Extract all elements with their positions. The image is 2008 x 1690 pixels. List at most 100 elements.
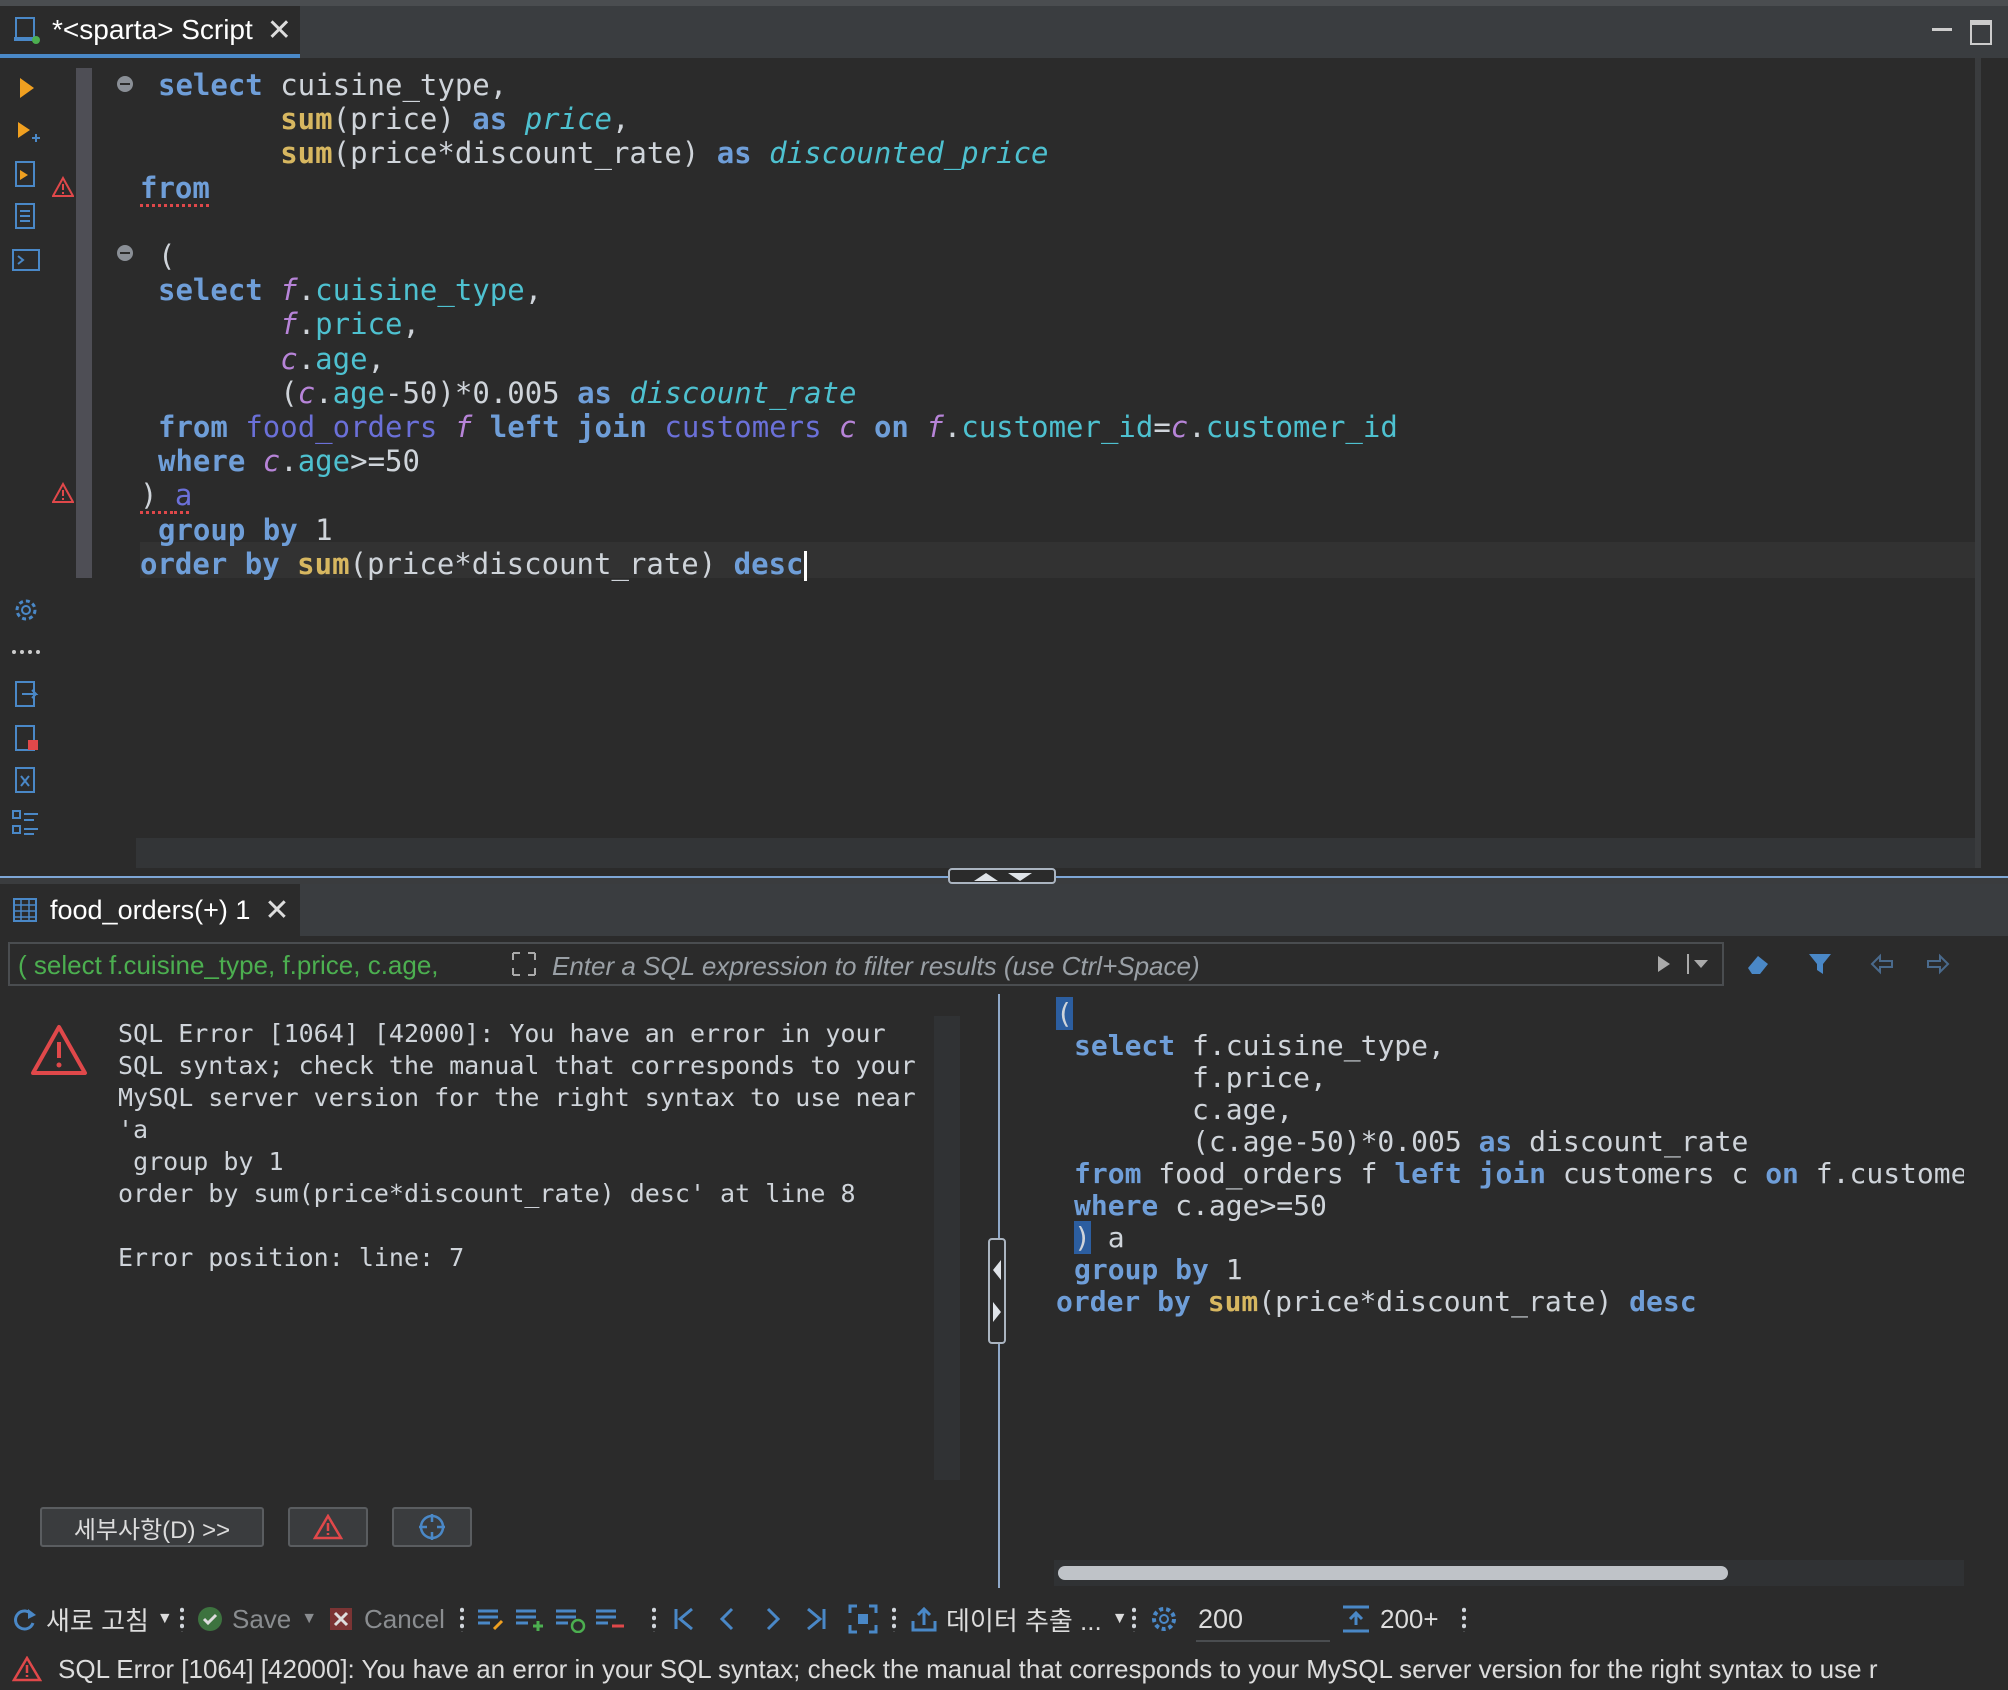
toolbar-separator (460, 1606, 464, 1632)
code-token: as (472, 102, 508, 137)
back-arrow-icon[interactable] (1868, 950, 1896, 978)
cancel-button[interactable]: Cancel (328, 1594, 445, 1644)
gear-icon[interactable] (1148, 1603, 1180, 1635)
query-line: c.age, (1074, 1094, 1293, 1126)
scrollbar-thumb[interactable] (1058, 1566, 1728, 1580)
collapse-expand-icon (993, 1260, 1001, 1322)
code-line: sum(price) as price, (158, 102, 629, 136)
results-tab[interactable]: food_orders(+) 1 ✕ (0, 884, 300, 936)
editor-tab-script[interactable]: *<sparta> Script ✕ (0, 6, 300, 58)
code-token: group by (158, 512, 298, 547)
export-data-button[interactable]: 데이터 추출 ... ▼ (910, 1594, 1128, 1644)
filter-query-text[interactable]: ( select f.cuisine_type, f.price, c.age, (18, 950, 518, 981)
last-page-icon[interactable] (802, 1605, 830, 1633)
code-token: select (158, 68, 263, 102)
export-file-icon[interactable] (10, 678, 42, 710)
query-token: select (1074, 1029, 1176, 1062)
fit-view-icon[interactable] (848, 1604, 878, 1634)
variables-icon[interactable] (10, 764, 42, 796)
chevron-down-icon[interactable]: ▼ (301, 1610, 317, 1628)
code-token: . (943, 410, 962, 444)
eraser-icon[interactable] (1744, 950, 1772, 978)
filter-history-icon[interactable] (1686, 950, 1714, 978)
code-token: discounted_price (769, 136, 1049, 171)
filter-input[interactable] (550, 948, 1654, 984)
sql-script-icon (14, 17, 40, 44)
query-token: food_orders f (1141, 1157, 1395, 1190)
edit-row-icon[interactable] (476, 1605, 504, 1633)
editor-horizontal-scrollbar[interactable] (136, 838, 1976, 868)
code-token: >=50 (350, 444, 420, 479)
next-page-icon[interactable] (758, 1605, 786, 1633)
fold-toggle-icon[interactable] (117, 76, 133, 92)
error-panel: SQL Error [1064] [42000]: You have an er… (0, 998, 996, 1588)
error-log-button[interactable] (288, 1507, 368, 1547)
query-token: customers c (1546, 1157, 1766, 1190)
add-row-icon[interactable] (514, 1605, 546, 1633)
chevron-down-icon[interactable]: ▼ (1112, 1610, 1128, 1628)
splitter-handle[interactable] (948, 868, 1056, 884)
query-token: c.age>=50 (1158, 1189, 1327, 1222)
editor-vertical-scrollbar[interactable] (1975, 58, 1981, 868)
fetch-all-button[interactable]: 200+ (1340, 1594, 1439, 1644)
delete-row-icon[interactable] (594, 1605, 626, 1633)
forward-arrow-icon[interactable] (1924, 950, 1952, 978)
fetch-rows-icon (1343, 1605, 1369, 1633)
close-icon[interactable]: ✕ (267, 13, 292, 48)
code-token: desc (733, 546, 804, 581)
toolbar-separator (892, 1606, 896, 1632)
refresh-button[interactable]: 새로 고침 ▼ (10, 1594, 173, 1644)
fold-toggle-icon[interactable] (117, 245, 133, 261)
more-icon[interactable] (10, 636, 42, 668)
outline-icon[interactable] (10, 806, 42, 838)
code-token: f (280, 307, 298, 342)
query-horizontal-scrollbar[interactable] (1054, 1560, 1964, 1586)
code-token: , (612, 102, 630, 137)
gear-icon[interactable] (10, 594, 42, 626)
execute-script-icon[interactable] (10, 158, 42, 190)
filter-icon[interactable] (1806, 950, 1834, 978)
chevron-down-icon[interactable]: ▼ (157, 1610, 173, 1628)
code-token: select (158, 273, 263, 308)
save-button[interactable]: Save ▼ (196, 1594, 317, 1644)
query-preview: (select f.cuisine_type, f.price, c.age, … (1004, 994, 1964, 1554)
code-token: order by (140, 546, 280, 581)
copy-row-icon[interactable] (554, 1605, 586, 1633)
execute-new-tab-icon[interactable] (10, 116, 42, 148)
code-token: f (454, 410, 473, 444)
code-token: price (315, 307, 403, 342)
toolbar-separator (180, 1606, 184, 1632)
fetch-size-input[interactable] (1196, 1598, 1330, 1642)
execute-statement-icon[interactable] (10, 72, 42, 104)
query-line: where c.age>=50 (1074, 1190, 1327, 1222)
status-message: SQL Error [1064] [42000]: You have an er… (58, 1653, 1878, 1684)
details-button[interactable]: 세부사항(D) >> (40, 1507, 264, 1547)
status-bar: SQL Error [1064] [42000]: You have an er… (0, 1648, 2008, 1690)
maximize-icon[interactable] (1970, 20, 1992, 45)
query-token: f.cuisine_type, (1175, 1029, 1445, 1062)
script-list-icon[interactable] (10, 200, 42, 232)
sql-editor[interactable]: select cuisine_type, sum(price) as price… (140, 64, 1975, 834)
minimize-icon[interactable] (1932, 18, 1952, 31)
expand-icon[interactable] (510, 950, 538, 978)
code-line: from (140, 171, 210, 205)
previous-page-icon[interactable] (714, 1605, 742, 1633)
cancel-label: Cancel (364, 1603, 445, 1634)
code-token: . (315, 375, 333, 410)
query-token (1191, 1285, 1208, 1318)
code-line: select f.cuisine_type, (158, 273, 542, 307)
first-page-icon[interactable] (670, 1605, 698, 1633)
close-icon[interactable]: ✕ (264, 893, 289, 928)
code-token: ( (158, 239, 176, 273)
code-token: c (1170, 410, 1189, 444)
code-token: (price*discount_rate) (349, 546, 734, 581)
apply-filter-icon[interactable] (1650, 950, 1678, 978)
error-scrollbar[interactable] (934, 1016, 960, 1480)
console-icon[interactable] (10, 244, 42, 276)
locate-error-button[interactable] (392, 1507, 472, 1547)
problems-icon[interactable] (10, 722, 42, 754)
